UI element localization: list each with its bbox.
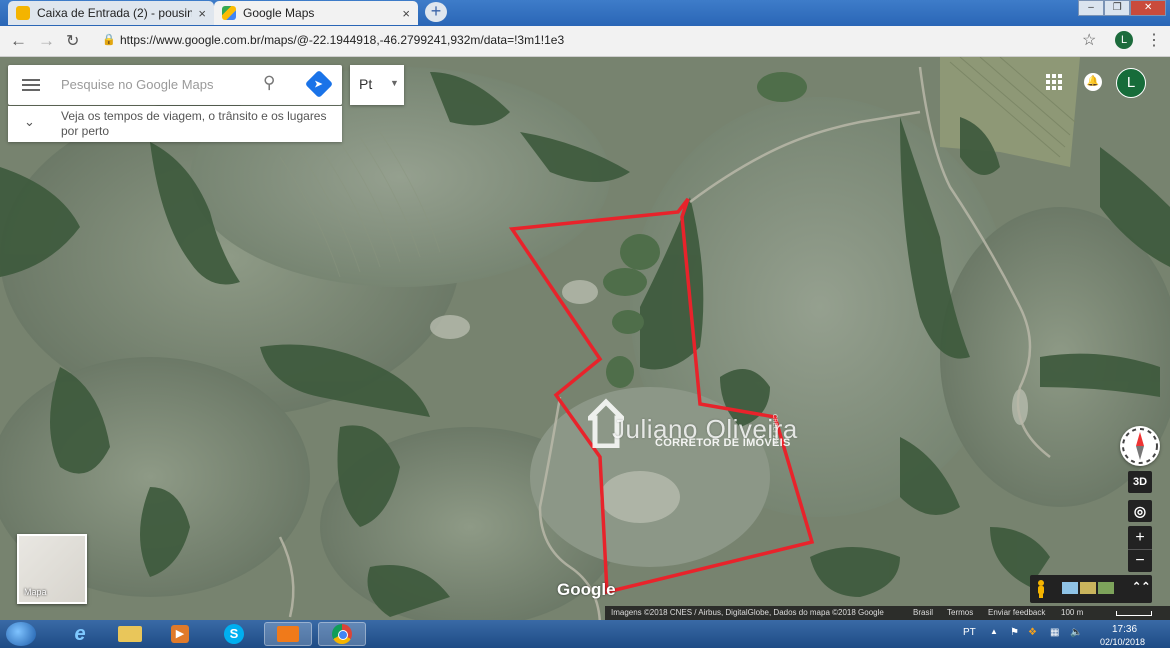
- media-player-icon[interactable]: ▶: [160, 622, 200, 646]
- google-maps-icon: [222, 6, 236, 20]
- travel-hint-text: Veja os tempos de viagem, o trânsito e o…: [61, 109, 327, 138]
- zoom-out-button[interactable]: −: [1128, 550, 1152, 572]
- forward-arrow-icon[interactable]: →: [38, 31, 55, 51]
- apps-grid-icon[interactable]: [1046, 74, 1062, 90]
- imagery-credit: Imagens ©2018 CNES / Airbus, DigitalGlob…: [611, 608, 884, 617]
- minimize-button[interactable]: –: [1078, 0, 1105, 16]
- directions-icon[interactable]: ➤: [304, 69, 334, 99]
- search-icon[interactable]: ⚲: [263, 73, 275, 93]
- close-window-button[interactable]: ✕: [1130, 0, 1167, 16]
- travel-time-hint[interactable]: ⌄ Veja os tempos de viagem, o trânsito e…: [8, 106, 342, 142]
- tab-google-maps[interactable]: Google Maps ×: [214, 1, 418, 25]
- clock-date[interactable]: 02/10/2018: [1100, 637, 1145, 647]
- tray-app-icon[interactable]: ❖: [1028, 627, 1037, 638]
- pegman-icon[interactable]: [1036, 580, 1046, 598]
- scale-bar: [1116, 611, 1152, 616]
- account-avatar[interactable]: L: [1116, 68, 1146, 98]
- search-input[interactable]: Pesquise no Google Maps: [61, 77, 213, 92]
- close-tab-icon[interactable]: ×: [402, 6, 410, 21]
- watermark-creci: CRECI 123: [771, 414, 777, 445]
- tab-gmail[interactable]: Caixa de Entrada (2) - pousinox.c ×: [8, 1, 214, 25]
- feedback-link[interactable]: Enviar feedback: [988, 608, 1045, 617]
- profile-avatar[interactable]: L: [1115, 31, 1133, 49]
- mail-icon: [16, 6, 30, 20]
- language-label: Pt: [359, 76, 373, 92]
- expand-chevron-icon[interactable]: ⌃⌃: [1132, 580, 1150, 593]
- windows-start-icon[interactable]: [6, 622, 36, 646]
- flag-icon[interactable]: ⚑: [1010, 627, 1019, 638]
- scale-label: 100 m: [1061, 608, 1084, 617]
- tab-title: Google Maps: [243, 6, 315, 20]
- file-explorer-icon[interactable]: [110, 622, 150, 646]
- maximize-button[interactable]: ❐: [1104, 0, 1131, 16]
- lock-icon: 🔒: [102, 34, 116, 46]
- clock-time[interactable]: 17:36: [1112, 624, 1137, 635]
- region-link[interactable]: Brasil: [913, 608, 933, 617]
- imagery-thumbnails[interactable]: [1062, 582, 1114, 594]
- url-field[interactable]: https://www.google.com.br/maps/@-22.1944…: [120, 33, 564, 47]
- skype-icon[interactable]: S: [214, 622, 254, 646]
- reload-icon[interactable]: ↻: [66, 31, 79, 51]
- back-arrow-icon[interactable]: ←: [10, 31, 27, 51]
- google-logo: Google: [557, 580, 616, 599]
- close-tab-icon[interactable]: ×: [198, 6, 206, 21]
- network-icon[interactable]: ▦: [1050, 627, 1059, 638]
- caret-down-icon: ▼: [390, 78, 399, 88]
- attribution-bar: Imagens ©2018 CNES / Airbus, DigitalGlob…: [605, 606, 1170, 620]
- search-box: Pesquise no Google Maps ⚲ ➤: [8, 65, 342, 105]
- tab-title: Caixa de Entrada (2) - pousinox.c: [37, 6, 193, 20]
- internet-explorer-icon[interactable]: e: [60, 622, 100, 646]
- zoom-in-button[interactable]: +: [1128, 526, 1152, 550]
- mail-app-icon[interactable]: [264, 622, 312, 646]
- address-bar: ← → ↻ 🔒 https://www.google.com.br/maps/@…: [0, 26, 1170, 57]
- view-3d-button[interactable]: 3D: [1128, 471, 1152, 493]
- new-tab-button[interactable]: +: [425, 2, 447, 22]
- menu-kebab-icon[interactable]: ⋮: [1146, 30, 1162, 50]
- compass-icon[interactable]: [1120, 426, 1160, 466]
- bookmark-star-icon[interactable]: ☆: [1082, 30, 1096, 50]
- browser-tab-strip: Caixa de Entrada (2) - pousinox.c × Goog…: [0, 0, 1170, 26]
- terms-link[interactable]: Termos: [947, 608, 973, 617]
- tray-expand-icon[interactable]: ▲: [990, 627, 998, 636]
- my-location-icon[interactable]: ◎: [1128, 500, 1152, 522]
- chrome-icon[interactable]: [318, 622, 366, 646]
- notifications-bell-icon[interactable]: 🔔: [1084, 73, 1102, 91]
- volume-icon[interactable]: 🔈: [1070, 627, 1082, 638]
- layer-label: Mapa: [24, 587, 47, 597]
- language-indicator[interactable]: PT: [963, 627, 976, 638]
- language-selector[interactable]: Pt ▼: [350, 65, 404, 105]
- map-layer-toggle[interactable]: Mapa: [17, 534, 87, 604]
- window-controls: – ❐ ✕: [1078, 0, 1167, 16]
- chevron-down-icon: ⌄: [24, 114, 35, 129]
- zoom-controls: + −: [1128, 526, 1152, 572]
- hamburger-menu-icon[interactable]: [22, 76, 40, 94]
